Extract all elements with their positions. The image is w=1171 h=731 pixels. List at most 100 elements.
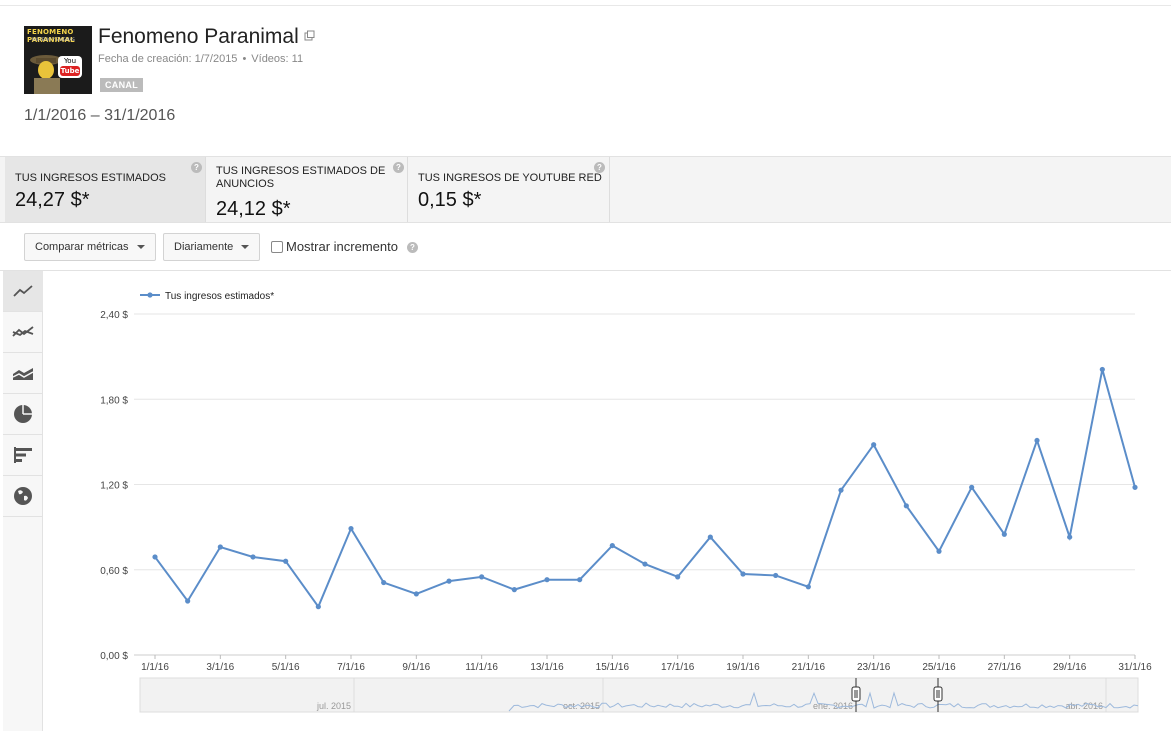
data-point	[969, 484, 975, 490]
youtube-logo-top: You	[63, 57, 77, 65]
map-chart-button[interactable]	[3, 476, 43, 517]
tab-ad-revenue[interactable]: Tus ingresos estimados de anuncios 24,12…	[206, 157, 408, 222]
legend-marker	[147, 292, 153, 298]
data-point	[609, 542, 615, 549]
video-count: Vídeos: 11	[251, 53, 304, 65]
multi-line-chart-button[interactable]	[3, 312, 43, 353]
tab-label: Tus ingresos estimados de anuncios	[216, 165, 386, 190]
y-tick-label: 0,60 $	[100, 566, 128, 577]
channel-meta: Fecha de creación: 1/7/2015 • Vídeos: 11	[98, 53, 303, 65]
data-point	[1034, 437, 1040, 444]
bar-chart-button[interactable]	[3, 435, 43, 476]
data-point	[1001, 531, 1007, 537]
external-link-icon[interactable]	[304, 30, 315, 41]
pie-chart-button[interactable]	[3, 394, 43, 435]
data-point	[511, 587, 517, 593]
interval-dropdown[interactable]: Diariamente	[163, 233, 261, 261]
x-tick-label: 5/1/16	[272, 662, 300, 673]
chevron-down-icon	[241, 245, 250, 250]
compare-metrics-dropdown[interactable]: Comparar métricas	[24, 233, 156, 261]
help-icon[interactable]: ?	[594, 162, 605, 173]
range-handle	[851, 686, 861, 702]
y-tick-label: 0,00 $	[100, 651, 128, 662]
metric-tabs: Tus ingresos estimados 24,27 $* ? Tus in…	[0, 156, 1171, 223]
data-point	[544, 577, 550, 583]
interval-label: Diariamente	[174, 241, 234, 253]
help-icon[interactable]: ?	[407, 242, 418, 253]
data-point	[348, 525, 354, 532]
series-line	[154, 369, 1136, 609]
channel-badge: CANAL	[100, 78, 143, 92]
data-point	[315, 604, 321, 610]
data-point	[805, 584, 811, 590]
x-tick-label: 17/1/16	[661, 662, 695, 673]
x-tick-label: 15/1/16	[596, 662, 630, 673]
help-icon[interactable]: ?	[393, 162, 404, 173]
x-tick-label: 19/1/16	[726, 662, 760, 673]
data-point	[838, 487, 844, 493]
x-tick-label: 1/1/16	[141, 662, 169, 673]
y-tick-label: 2,40 $	[100, 310, 128, 321]
x-tick-label: 7/1/16	[337, 662, 365, 673]
multi-line-chart-icon	[12, 326, 34, 337]
revenue-line-chart: 0,00 $ 0,60 $ 1,20 $ 1,80 $ 2,40 $ 1/1/16 3/1/…	[100, 291, 1152, 713]
data-point	[871, 442, 877, 448]
x-tick-label: 11/1/16	[465, 662, 498, 673]
x-tick-label: 9/1/16	[402, 662, 430, 673]
line-chart-icon	[13, 285, 33, 297]
youtube-logo-bottom: Tube	[60, 66, 80, 76]
data-point	[446, 578, 452, 584]
channel-name[interactable]: Fenomeno Paranimal	[98, 25, 299, 49]
data-point	[381, 579, 387, 586]
tab-estimated-revenue[interactable]: Tus ingresos estimados 24,27 $* ?	[5, 157, 206, 222]
compare-metrics-label: Comparar métricas	[35, 241, 129, 253]
tab-label: Tus ingresos estimados	[15, 172, 166, 184]
tab-value: 0,15 $*	[418, 189, 482, 211]
data-point	[707, 534, 713, 540]
data-point	[152, 554, 158, 560]
data-point	[903, 503, 909, 509]
navigator-label: jul. 2015	[316, 701, 351, 711]
data-point	[675, 574, 681, 580]
show-increment-label[interactable]: Mostrar incremento	[286, 239, 398, 254]
bar-chart-icon	[14, 447, 32, 463]
y-tick-label: 1,20 $	[100, 481, 128, 492]
chart-type-sidebar	[3, 271, 43, 731]
chart-controls: Comparar métricas Diariamente	[0, 223, 1171, 271]
pie-chart-icon	[14, 405, 32, 423]
youtube-logo: You Tube	[58, 56, 82, 78]
tab-value: 24,27 $*	[15, 189, 90, 211]
x-tick-label: 25/1/16	[922, 662, 956, 673]
top-divider	[0, 5, 1171, 6]
x-tick-label: 27/1/16	[988, 662, 1022, 673]
stacked-area-chart-button[interactable]	[3, 353, 43, 394]
x-tick-label: 21/1/16	[792, 662, 826, 673]
line-chart-button[interactable]	[3, 271, 43, 312]
help-icon[interactable]: ?	[191, 162, 202, 173]
data-point	[479, 574, 485, 580]
y-tick-label: 1,80 $	[100, 395, 128, 406]
meta-separator: •	[242, 53, 247, 65]
chevron-down-icon	[136, 245, 145, 250]
data-point	[413, 591, 419, 597]
stacked-area-chart-icon	[12, 368, 34, 380]
x-tick-label: 23/1/16	[857, 662, 891, 673]
data-point	[642, 561, 648, 567]
data-point	[250, 554, 256, 560]
data-point	[577, 577, 583, 583]
channel-avatar[interactable]: FENOMENO PARANIMAL MISTERIO Y ENIGMAS Yo…	[24, 26, 92, 94]
tab-youtube-red-revenue[interactable]: Tus ingresos de YouTube Red 0,15 $* ?	[408, 157, 610, 222]
tab-label: Tus ingresos de YouTube Red	[418, 172, 602, 184]
tab-value: 24,12 $*	[216, 198, 291, 220]
show-increment-checkbox[interactable]	[271, 241, 283, 253]
data-point	[1067, 534, 1073, 540]
data-point	[283, 558, 289, 564]
data-point	[773, 572, 779, 579]
x-tick-label: 29/1/16	[1053, 662, 1087, 673]
globe-map-icon	[14, 487, 32, 505]
data-point	[740, 571, 746, 577]
date-range: 1/1/2016 – 31/1/2016	[24, 107, 176, 124]
data-point	[1132, 484, 1138, 490]
data-point	[936, 548, 942, 554]
data-point	[185, 598, 191, 604]
